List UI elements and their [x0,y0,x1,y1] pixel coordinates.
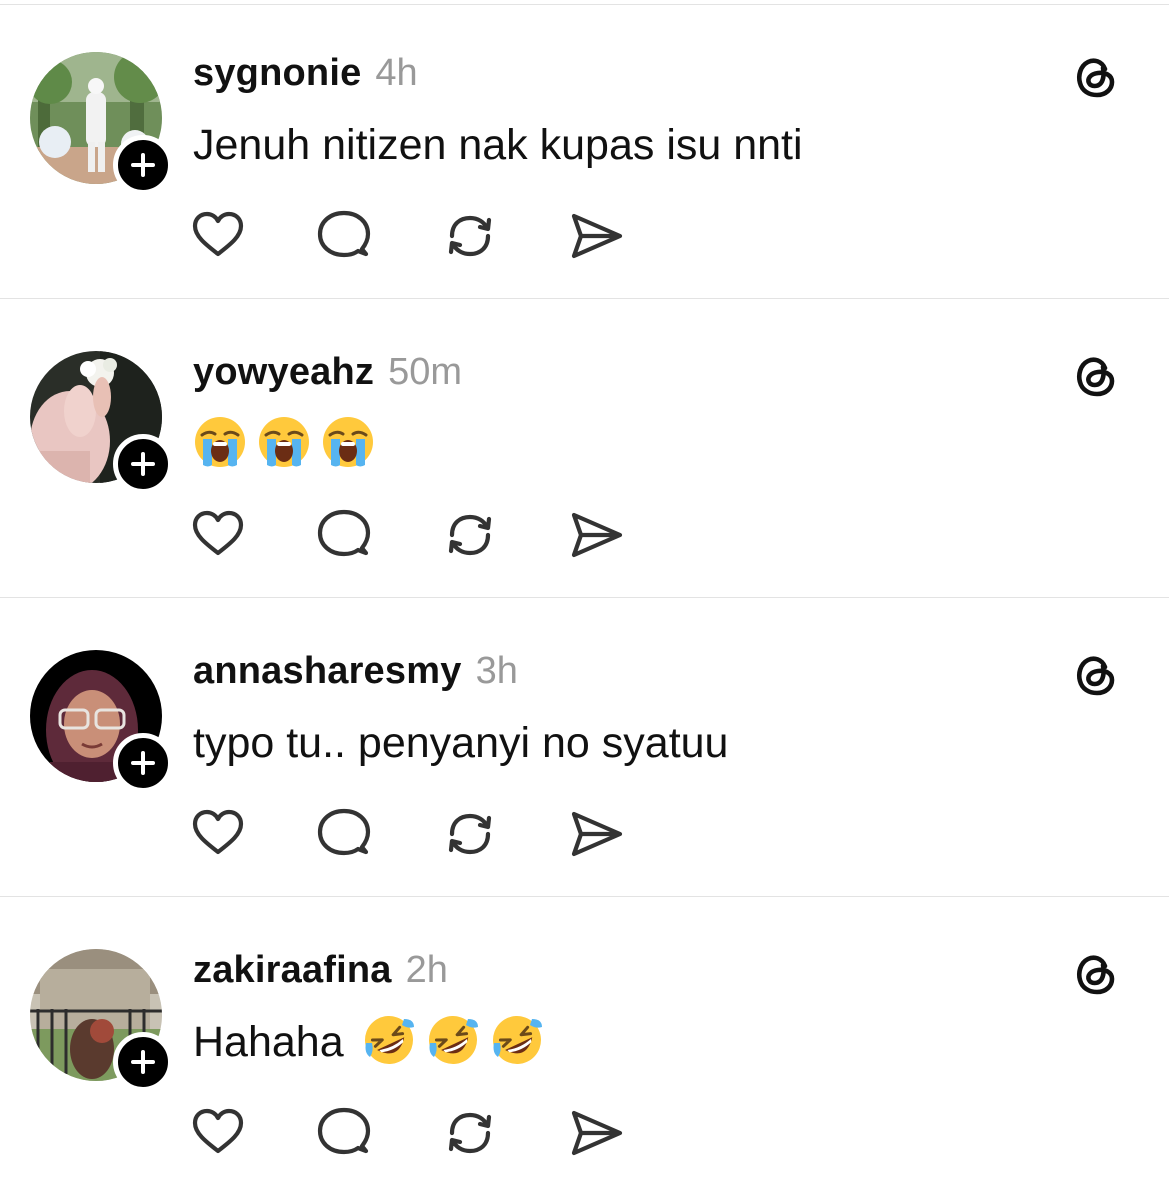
threads-logo-icon[interactable] [1072,52,1120,100]
timestamp: 50m [388,351,463,393]
heart-icon [192,809,244,855]
post-text: typo tu.. penyanyi no syatuu [193,719,729,767]
reply-post[interactable]: sygnonie 4h Jenuh nitizen nak kupas isu … [0,0,1169,299]
username-link[interactable]: yowyeahz [193,351,374,394]
follow-button[interactable] [113,1032,173,1092]
heart-icon [192,510,244,556]
replies-feed: sygnonie 4h Jenuh nitizen nak kupas isu … [0,0,1169,1198]
share-button[interactable] [568,208,624,264]
reply-post[interactable]: zakiraafina 2h Hahaha [0,897,1169,1196]
username-link[interactable]: sygnonie [193,52,361,95]
share-send-icon [571,512,623,558]
share-send-icon [571,811,623,857]
avatar-container[interactable] [30,650,173,793]
post-header: annasharesmy 3h [193,650,518,698]
avatar-container[interactable] [30,351,173,494]
repost-button[interactable] [442,208,498,264]
post-emojis [193,415,375,469]
share-send-icon [571,213,623,259]
avatar-container[interactable] [30,949,173,1092]
follow-button[interactable] [113,733,173,793]
reply-button[interactable] [316,806,372,862]
timestamp: 4h [375,52,418,94]
repost-icon [448,215,492,257]
rolling-on-the-floor-laughing-icon [490,1013,544,1067]
share-button[interactable] [568,507,624,563]
repost-icon [448,813,492,855]
avatar-container[interactable] [30,52,173,195]
plus-icon [131,452,155,476]
reply-button[interactable] [316,208,372,264]
reply-post[interactable]: yowyeahz 50m [0,299,1169,598]
post-text: Hahaha [193,1018,344,1066]
plus-icon [131,153,155,177]
reply-button[interactable] [316,507,372,563]
share-button[interactable] [568,806,624,862]
loudly-crying-face-icon [257,415,311,469]
repost-button[interactable] [442,806,498,862]
username-link[interactable]: zakiraafina [193,949,392,992]
rolling-on-the-floor-laughing-icon [362,1013,416,1067]
heart-icon [192,211,244,257]
share-send-icon [571,1110,623,1156]
like-button[interactable] [190,1105,246,1161]
loudly-crying-face-icon [321,415,375,469]
post-header: sygnonie 4h [193,52,418,100]
reply-bubble-icon [317,1107,371,1155]
like-button[interactable] [190,806,246,862]
reply-button[interactable] [316,1105,372,1161]
loudly-crying-face-icon [193,415,247,469]
threads-logo-icon[interactable] [1072,351,1120,399]
post-text: Jenuh nitizen nak kupas isu nnti [193,121,803,169]
post-emojis [362,1013,544,1067]
reply-post[interactable]: annasharesmy 3h typo tu.. penyanyi no sy… [0,598,1169,897]
heart-icon [192,1108,244,1154]
follow-button[interactable] [113,135,173,195]
repost-icon [448,514,492,556]
plus-icon [131,1050,155,1074]
rolling-on-the-floor-laughing-icon [426,1013,480,1067]
repost-button[interactable] [442,507,498,563]
like-button[interactable] [190,208,246,264]
timestamp: 3h [475,650,518,692]
timestamp: 2h [405,949,448,991]
post-header: yowyeahz 50m [193,351,462,399]
threads-logo-icon[interactable] [1072,949,1120,997]
post-header: zakiraafina 2h [193,949,448,997]
repost-button[interactable] [442,1105,498,1161]
reply-bubble-icon [317,509,371,557]
like-button[interactable] [190,507,246,563]
share-button[interactable] [568,1105,624,1161]
username-link[interactable]: annasharesmy [193,650,462,693]
follow-button[interactable] [113,434,173,494]
reply-bubble-icon [317,808,371,856]
repost-icon [448,1112,492,1154]
plus-icon [131,751,155,775]
threads-logo-icon[interactable] [1072,650,1120,698]
reply-bubble-icon [317,210,371,258]
